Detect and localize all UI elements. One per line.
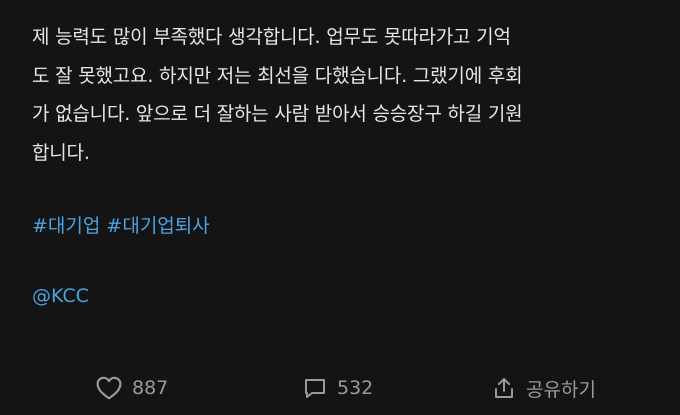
hashtag-link[interactable]: #대기업 bbox=[32, 215, 100, 237]
share-button[interactable]: 공유하기 bbox=[492, 368, 596, 408]
post-text-line: 가 없습니다. 앞으로 더 잘하는 사람 받아서 승승장구 하길 기원 bbox=[32, 103, 523, 125]
post-body: 제 능력도 많이 부족했다 생각합니다. 업무도 못따라가고 기억 도 잘 못했… bbox=[32, 18, 662, 172]
like-count: 887 bbox=[132, 377, 169, 399]
mention-link[interactable]: @KCC bbox=[32, 277, 89, 315]
hashtag-link[interactable]: #대기업퇴사 bbox=[106, 215, 209, 237]
comment-count: 532 bbox=[337, 377, 374, 399]
hashtag-list: #대기업 #대기업퇴사 bbox=[32, 207, 210, 245]
action-bar: 887 532 공유하기 bbox=[0, 368, 680, 408]
post-text-line: 합니다. bbox=[32, 141, 90, 164]
comment-button[interactable]: 532 bbox=[303, 368, 373, 408]
like-button[interactable]: 887 bbox=[96, 368, 168, 408]
heart-icon bbox=[96, 376, 122, 400]
post-text-line: 도 잘 못했고요. 하지만 저는 최선을 다했습니다. 그랬기에 후회 bbox=[32, 64, 523, 87]
post-text-line: 제 능력도 많이 부족했다 생각합니다. 업무도 못따라가고 기억 bbox=[32, 26, 511, 48]
share-label: 공유하기 bbox=[526, 378, 596, 401]
share-icon bbox=[492, 376, 516, 400]
comment-icon bbox=[303, 376, 327, 400]
